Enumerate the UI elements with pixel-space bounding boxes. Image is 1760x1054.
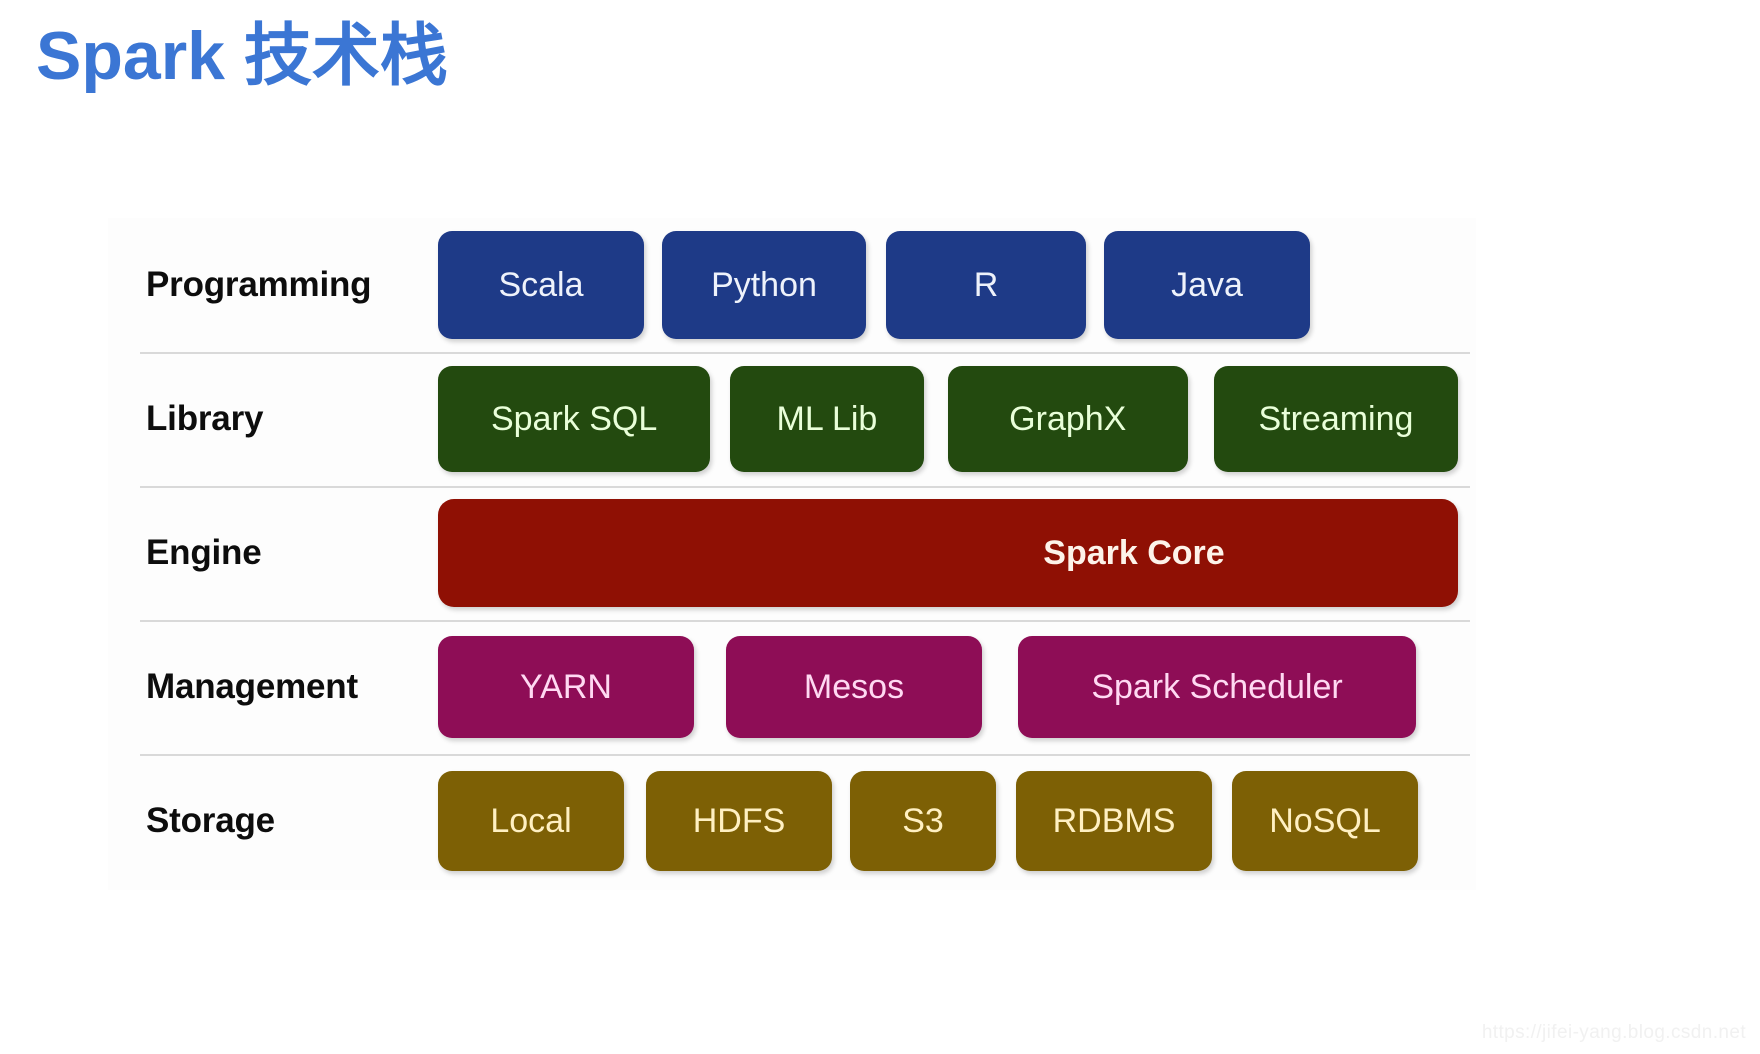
node-label: Mesos	[803, 667, 905, 706]
node-label: Streaming	[1258, 399, 1414, 438]
row-label-engine: Engine	[146, 533, 262, 572]
row-label-storage: Storage	[146, 801, 275, 840]
node-streaming[interactable]: Streaming	[1213, 366, 1458, 472]
node-hdfs[interactable]: HDFS	[646, 771, 832, 871]
page-title-latin: Spark	[36, 18, 225, 94]
row-label-programming: Programming	[146, 265, 372, 304]
node-label: YARN	[520, 667, 612, 706]
node-label: Local	[490, 801, 572, 840]
node-spark-core[interactable]: Spark Core	[438, 499, 1458, 607]
node-yarn[interactable]: YARN	[438, 636, 694, 738]
row-label-library: Library	[146, 399, 264, 438]
node-label: RDBMS	[1052, 801, 1176, 840]
node-r[interactable]: R	[886, 231, 1086, 339]
stack-row-programming: Programming Scala Python R Java	[108, 218, 1476, 352]
node-scala[interactable]: Scala	[438, 231, 644, 339]
row-boxes-programming: Scala Python R Java	[438, 218, 1476, 352]
node-label: GraphX	[1009, 399, 1127, 438]
page-title-cjk: 技术栈	[243, 17, 448, 96]
node-label: Spark Scheduler	[1091, 667, 1343, 706]
node-python[interactable]: Python	[662, 231, 866, 339]
stack-row-management: Management YARN Mesos Spark Scheduler	[108, 620, 1476, 754]
node-label: NoSQL	[1269, 801, 1381, 840]
node-label: R	[973, 265, 999, 304]
node-label: HDFS	[692, 801, 786, 840]
node-spark-scheduler[interactable]: Spark Scheduler	[1018, 636, 1416, 738]
node-rdbms[interactable]: RDBMS	[1016, 771, 1212, 871]
row-boxes-library: Spark SQL ML Lib GraphX Streaming	[438, 352, 1476, 486]
node-label: Spark SQL	[490, 399, 658, 438]
node-label: Spark Core	[1043, 533, 1225, 572]
node-mesos[interactable]: Mesos	[726, 636, 982, 738]
spark-stack-diagram: Programming Scala Python R Java Library …	[108, 218, 1476, 890]
node-nosql[interactable]: NoSQL	[1232, 771, 1418, 871]
node-label: ML Lib	[776, 399, 878, 438]
row-boxes-storage: Local HDFS S3 RDBMS NoSQL	[438, 754, 1476, 888]
node-label: Python	[711, 265, 817, 304]
node-label: S3	[902, 801, 944, 840]
stack-row-library: Library Spark SQL ML Lib GraphX Streamin…	[108, 352, 1476, 486]
page-title: Spark 技术栈	[36, 22, 448, 91]
node-graphx[interactable]: GraphX	[947, 366, 1188, 472]
row-boxes-management: YARN Mesos Spark Scheduler	[438, 620, 1476, 754]
row-label-management: Management	[146, 667, 358, 706]
stack-row-storage: Storage Local HDFS S3 RDBMS NoSQL	[108, 754, 1476, 888]
row-boxes-engine: Spark Core	[438, 486, 1476, 620]
node-spark-sql[interactable]: Spark SQL	[438, 366, 711, 472]
node-java[interactable]: Java	[1104, 231, 1310, 339]
node-ml-lib[interactable]: ML Lib	[730, 366, 924, 472]
node-label: Java	[1171, 265, 1243, 304]
node-s3[interactable]: S3	[850, 771, 996, 871]
stack-row-engine: Engine Spark Core	[108, 486, 1476, 620]
node-local[interactable]: Local	[438, 771, 624, 871]
node-label: Scala	[498, 265, 584, 304]
watermark: https://jifei-yang.blog.csdn.net	[1481, 1022, 1746, 1043]
